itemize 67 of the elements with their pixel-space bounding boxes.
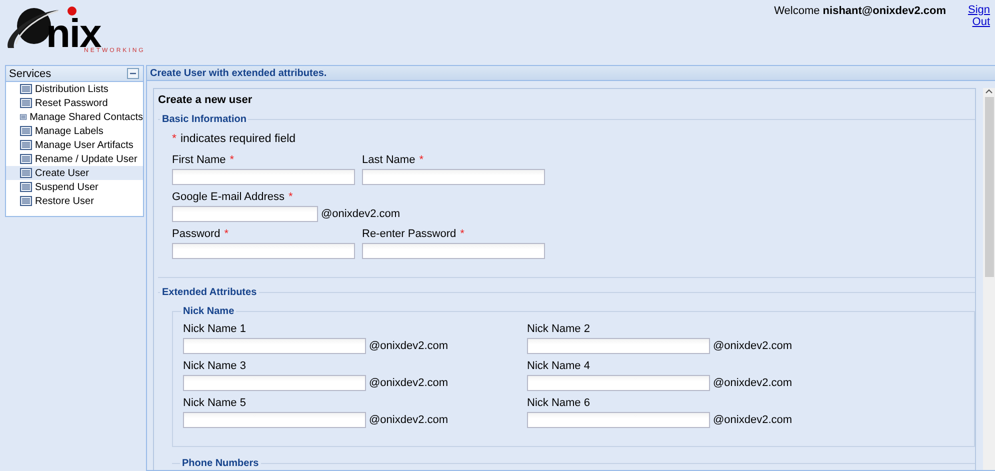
list-icon <box>20 98 32 108</box>
field-label: Password <box>172 228 220 240</box>
service-item[interactable]: Restore User <box>6 194 143 208</box>
required-mark: * <box>230 154 234 166</box>
field-label: Last Name <box>362 154 416 166</box>
list-icon <box>20 126 32 136</box>
text-input[interactable] <box>183 338 366 354</box>
list-icon <box>20 168 32 178</box>
panel-header: Create User with extended attributes. <box>147 66 995 81</box>
service-item[interactable]: Manage User Artifacts <box>6 138 143 152</box>
welcome-text: Welcome nishant@onixdev2.com <box>774 4 946 19</box>
field-label: Nick Name 4 <box>527 360 590 372</box>
text-input[interactable] <box>362 169 545 185</box>
domain-suffix: @onixdev2.com <box>713 340 792 352</box>
list-icon <box>20 84 32 94</box>
text-input[interactable] <box>172 243 355 259</box>
field-label: Nick Name 5 <box>183 397 246 409</box>
domain-suffix: @onixdev2.com <box>369 377 448 389</box>
required-mark: * <box>419 154 424 166</box>
list-icon <box>20 140 32 150</box>
domain-suffix: @onixdev2.com <box>369 340 448 352</box>
service-item[interactable]: Reset Password <box>6 96 143 110</box>
panel-title: Services <box>9 68 52 80</box>
service-item[interactable]: Distribution Lists <box>6 82 143 96</box>
domain-suffix: @onixdev2.com <box>369 414 448 426</box>
field-label: Nick Name 2 <box>527 323 590 335</box>
required-mark: * <box>460 228 464 240</box>
text-input[interactable] <box>183 412 366 428</box>
service-item[interactable]: Suspend User <box>6 180 143 194</box>
list-icon <box>20 182 32 192</box>
required-mark: * <box>172 133 176 145</box>
section-legend: Extended Attributes <box>160 287 259 298</box>
service-item[interactable]: Manage Labels <box>6 124 143 138</box>
list-icon <box>20 196 32 206</box>
section-legend: Nick Name <box>181 306 236 317</box>
field-label: Nick Name 6 <box>527 397 590 409</box>
section-legend: Basic Information <box>160 114 248 125</box>
form-title: Create a new user <box>158 94 254 106</box>
sign-out-link[interactable]: Sign Out <box>968 4 990 65</box>
scroll-up-icon[interactable] <box>985 88 993 94</box>
list-icon <box>20 154 32 164</box>
service-item[interactable]: Rename / Update User <box>6 152 143 166</box>
collapse-icon[interactable] <box>127 68 139 79</box>
field-label: Nick Name 1 <box>183 323 246 335</box>
text-input[interactable] <box>172 206 318 222</box>
scrollbar[interactable] <box>983 88 995 470</box>
service-item[interactable]: Manage Shared Contacts <box>6 110 143 124</box>
text-input[interactable] <box>527 338 710 354</box>
list-icon <box>20 112 27 122</box>
required-mark: * <box>288 191 293 203</box>
text-input[interactable] <box>527 375 710 391</box>
field-label: Google E-mail Address <box>172 191 284 203</box>
service-item[interactable]: Create User <box>6 166 143 180</box>
field-label: Nick Name 3 <box>183 360 246 372</box>
text-input[interactable] <box>362 243 545 259</box>
domain-suffix: @onixdev2.com <box>713 414 792 426</box>
text-input[interactable] <box>172 169 355 185</box>
field-label: First Name <box>172 154 226 166</box>
field-label: Re-enter Password <box>362 228 456 240</box>
section-legend: Phone Numbers <box>180 458 261 469</box>
text-input[interactable] <box>527 412 710 428</box>
text-input[interactable] <box>183 375 366 391</box>
domain-suffix: @onixdev2.com <box>321 208 400 220</box>
logo-dot-icon <box>66 6 77 16</box>
required-note: indicates required field <box>180 133 296 145</box>
required-mark: * <box>224 228 229 240</box>
domain-suffix: @onixdev2.com <box>713 377 792 389</box>
